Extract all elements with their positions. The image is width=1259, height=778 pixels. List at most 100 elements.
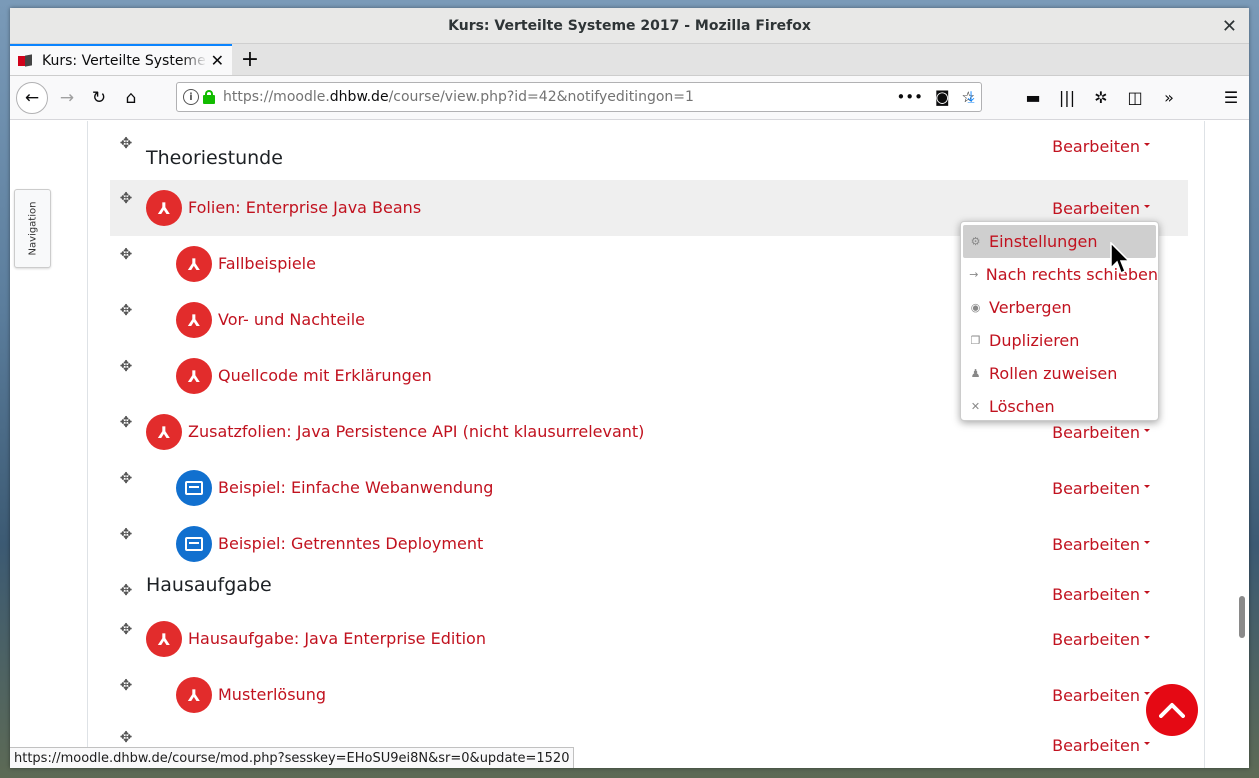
move-icon[interactable]: ✥ <box>118 246 134 262</box>
scroll-to-top-button[interactable] <box>1146 684 1198 736</box>
activity-link[interactable]: Zusatzfolien: Java Persistence API (nich… <box>188 422 644 441</box>
eye-icon: ◉ <box>970 301 981 314</box>
hamburger-menu-icon[interactable]: ☰ <box>1221 88 1241 107</box>
tab-close-button[interactable]: ✕ <box>211 51 224 70</box>
overflow-icon[interactable]: » <box>1159 88 1179 107</box>
gear-icon: ⚙ <box>970 235 981 248</box>
move-icon[interactable]: ✥ <box>118 414 134 430</box>
menu-item-label: Löschen <box>989 397 1055 416</box>
back-button[interactable]: ← <box>16 81 48 114</box>
page-content: Navigation ✥ Theoriestunde Bearbeiten ✥ … <box>10 121 1249 768</box>
course-area: ✥ Theoriestunde Bearbeiten ✥ ⅄ Folien: E… <box>87 121 1205 768</box>
pocket-icon[interactable]: ◙ <box>935 88 950 106</box>
menu-item-label: Rollen zuweisen <box>989 364 1118 383</box>
activity-row: ✥ Beispiel: Einfache Webanwendung Bearbe… <box>110 460 1188 516</box>
chevron-up-icon <box>1159 703 1185 718</box>
url-prefix: https://moodle. <box>223 89 330 105</box>
page-actions-icon[interactable]: ••• <box>896 88 923 106</box>
url-path: /course/view.php?id=42&notifyeditingon=1 <box>388 89 694 105</box>
section-title: Theoriestunde <box>146 147 283 169</box>
status-bar: https://moodle.dhbw.de/course/mod.php?se… <box>10 747 575 768</box>
edit-menu-link[interactable]: Bearbeiten <box>1052 630 1150 649</box>
move-icon[interactable]: ✥ <box>118 677 134 693</box>
url-text[interactable]: https://moodle.dhbw.de/course/view.php?i… <box>223 89 694 105</box>
menu-item-label: Einstellungen <box>989 232 1098 251</box>
menu-item-label: Nach rechts schieben <box>985 265 1158 284</box>
activity-link[interactable]: Quellcode mit Erklärungen <box>218 366 432 385</box>
url-resource-icon <box>176 526 212 562</box>
window-titlebar: Kurs: Verteilte Systeme 2017 - Mozilla F… <box>10 8 1249 44</box>
edit-menu-link[interactable]: Bearbeiten <box>1052 423 1150 442</box>
addon-icon[interactable]: ✲ <box>1091 88 1111 107</box>
edit-menu-link[interactable]: Bearbeiten <box>1052 137 1150 156</box>
move-icon[interactable]: ✥ <box>118 135 134 151</box>
tab-title: Kurs: Verteilte Systeme 2017 <box>42 52 207 69</box>
home-button[interactable]: ⌂ <box>116 83 146 113</box>
activity-row: ✥ ⅄ Musterlösung Bearbeiten <box>110 667 1188 723</box>
pdf-icon: ⅄ <box>176 677 212 713</box>
screen-icon[interactable]: ▬ <box>1023 88 1043 107</box>
scrollbar-thumb[interactable] <box>1239 596 1245 638</box>
move-icon[interactable]: ✥ <box>118 621 134 637</box>
activity-link[interactable]: Folien: Enterprise Java Beans <box>188 198 421 217</box>
edit-menu-link[interactable]: Bearbeiten <box>1052 736 1150 755</box>
reload-button[interactable]: ↻ <box>84 83 114 113</box>
menu-item-delete[interactable]: ✕ Löschen <box>961 390 1158 423</box>
arrow-right-icon: → <box>969 268 979 281</box>
pdf-icon: ⅄ <box>176 302 212 338</box>
activity-row: ✥ ⅄ Hausaufgabe: Java Enterprise Edition… <box>110 611 1188 667</box>
navigation-drawer-button[interactable]: Navigation <box>14 189 51 268</box>
pdf-icon: ⅄ <box>176 358 212 394</box>
move-icon[interactable]: ✥ <box>118 526 134 542</box>
edit-menu-link[interactable]: Bearbeiten <box>1052 199 1150 218</box>
move-icon[interactable]: ✥ <box>118 470 134 486</box>
pdf-icon: ⅄ <box>146 190 182 226</box>
moodle-favicon-icon <box>18 53 34 68</box>
activity-row: ✥ Beispiel: Getrenntes Deployment Bearbe… <box>110 516 1188 572</box>
edit-menu-link[interactable]: Bearbeiten <box>1052 686 1150 705</box>
edit-menu-link[interactable]: Bearbeiten <box>1052 535 1150 554</box>
menu-item-label: Duplizieren <box>989 331 1080 350</box>
sidebar-icon[interactable]: ◫ <box>1125 88 1145 107</box>
new-tab-button[interactable]: + <box>232 44 268 75</box>
edit-menu-link[interactable]: Bearbeiten <box>1052 585 1150 604</box>
tab-course[interactable]: Kurs: Verteilte Systeme 2017 ✕ <box>10 44 232 75</box>
site-info-icon[interactable]: i <box>183 89 199 105</box>
scrollbar[interactable] <box>1235 121 1245 768</box>
close-icon: ✕ <box>970 400 981 413</box>
move-icon[interactable]: ✥ <box>118 582 134 598</box>
menu-item-hide[interactable]: ◉ Verbergen <box>961 291 1158 324</box>
tab-bar: Kurs: Verteilte Systeme 2017 ✕ + <box>10 44 1249 76</box>
pdf-icon: ⅄ <box>176 246 212 282</box>
window-title: Kurs: Verteilte Systeme 2017 - Mozilla F… <box>448 17 811 34</box>
forward-button[interactable]: → <box>52 83 82 113</box>
pdf-icon: ⅄ <box>146 621 182 657</box>
mouse-cursor-icon <box>1110 242 1131 275</box>
menu-item-assign-roles[interactable]: ♟ Rollen zuweisen <box>961 357 1158 390</box>
move-icon[interactable]: ✥ <box>118 358 134 374</box>
url-bar[interactable]: i https://moodle.dhbw.de/course/view.php… <box>176 82 982 112</box>
activity-link[interactable]: Musterlösung <box>218 685 326 704</box>
activity-link[interactable]: Fallbeispiele <box>218 254 316 273</box>
move-icon[interactable]: ✥ <box>118 302 134 318</box>
activity-link[interactable]: Beispiel: Getrenntes Deployment <box>218 534 483 553</box>
navigation-toolbar: ← → ↻ ⌂ i https://moodle.dhbw.de/course/… <box>10 76 1249 120</box>
window-close-button[interactable]: ✕ <box>1222 16 1237 37</box>
lock-icon <box>203 90 215 104</box>
activity-link[interactable]: Beispiel: Einfache Webanwendung <box>218 478 493 497</box>
navigation-drawer-label: Navigation <box>27 201 38 256</box>
menu-item-label: Verbergen <box>989 298 1072 317</box>
edit-menu-link[interactable]: Bearbeiten <box>1052 479 1150 498</box>
url-resource-icon <box>176 470 212 506</box>
move-icon[interactable]: ✥ <box>118 729 134 745</box>
url-domain: dhbw.de <box>329 89 389 105</box>
pdf-icon: ⅄ <box>146 414 182 450</box>
move-icon[interactable]: ✥ <box>118 190 134 206</box>
section-header-row: ✥ Theoriestunde Bearbeiten <box>110 125 1188 177</box>
menu-item-duplicate[interactable]: ❐ Duplizieren <box>961 324 1158 357</box>
library-icon[interactable]: ||| <box>1057 88 1077 107</box>
activity-link[interactable]: Hausaufgabe: Java Enterprise Edition <box>188 629 486 648</box>
section-title: Hausaufgabe <box>146 574 272 596</box>
download-icon[interactable]: ⤓ <box>961 87 981 107</box>
activity-link[interactable]: Vor- und Nachteile <box>218 310 365 329</box>
